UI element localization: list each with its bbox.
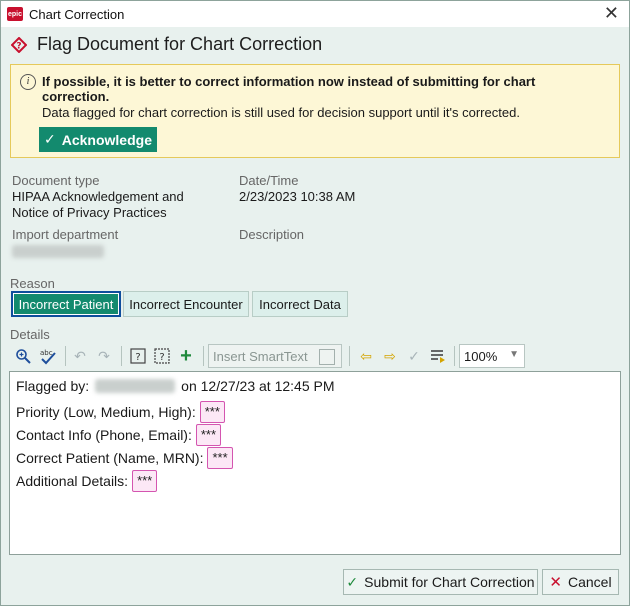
correct-patient-label: Correct Patient (Name, MRN):: [16, 450, 204, 466]
reason-label: Reason: [10, 276, 55, 291]
reason-incorrect-encounter[interactable]: Incorrect Encounter: [123, 291, 249, 317]
additional-details-label: Additional Details:: [16, 473, 129, 489]
svg-text:?: ?: [135, 352, 140, 363]
warning-banner: i If possible, it is better to correct i…: [10, 64, 620, 158]
line-flagged-by: Flagged by: on 12/27/23 at 12:45 PM: [16, 378, 335, 394]
cancel-label: Cancel: [567, 574, 612, 590]
datetime-label: Date/Time: [239, 173, 299, 188]
chevron-down-icon: ▼: [509, 349, 519, 360]
submit-button[interactable]: ✓ Submit for Chart Correction: [343, 569, 538, 595]
line-correct-patient: Correct Patient (Name, MRN): ***: [16, 447, 233, 469]
dialog-heading: ? Flag Document for Chart Correction: [11, 34, 322, 55]
doc-type-value-1: HIPAA Acknowledgement and: [12, 189, 184, 204]
smartlink-help-icon[interactable]: ?: [151, 345, 173, 367]
zoom-select[interactable]: 100% ▼: [459, 344, 525, 368]
smarttext-list-icon[interactable]: [319, 349, 335, 365]
reason-incorrect-patient[interactable]: Incorrect Patient: [11, 291, 121, 317]
toolbar-separator: [203, 346, 204, 366]
add-plus-icon[interactable]: +: [175, 345, 197, 367]
toolbar-separator: [349, 346, 350, 366]
contact-info-smartfield[interactable]: ***: [195, 424, 222, 446]
line-priority: Priority (Low, Medium, High): ***: [16, 401, 225, 423]
page-title: Flag Document for Chart Correction: [37, 34, 323, 54]
priority-label: Priority (Low, Medium, High):: [16, 404, 196, 420]
line-additional-details: Additional Details: ***: [16, 470, 158, 492]
additional-details-smartfield[interactable]: ***: [132, 470, 158, 492]
redo-icon[interactable]: ↷: [93, 345, 115, 367]
find-zoom-icon[interactable]: [12, 345, 34, 367]
reason-incorrect-data[interactable]: Incorrect Data: [252, 291, 348, 317]
undo-icon[interactable]: ↶: [69, 345, 91, 367]
smarttext-placeholder: Insert SmartText: [213, 348, 308, 364]
contact-info-label: Contact Info (Phone, Email):: [16, 427, 192, 443]
acknowledge-button[interactable]: ✓ Acknowledge: [39, 127, 157, 152]
text-options-icon[interactable]: [427, 345, 449, 367]
app-logo: epic: [7, 7, 23, 21]
datetime-value: 2/23/2023 10:38 AM: [239, 189, 356, 204]
close-icon[interactable]: ✕: [604, 4, 619, 22]
checkmark-icon: ✓: [346, 573, 359, 590]
line-contact-info: Contact Info (Phone, Email): ***: [16, 424, 222, 446]
checkmark-icon: ✓: [44, 131, 56, 147]
toolbar-separator: [65, 346, 66, 366]
doc-type-value-2: Notice of Privacy Practices: [12, 205, 167, 220]
flagged-by-suffix: on 12/27/23 at 12:45 PM: [181, 378, 335, 394]
arrow-left-icon[interactable]: ⇦: [355, 345, 377, 367]
window-title: Chart Correction: [29, 6, 125, 22]
acknowledge-label: Acknowledge: [61, 131, 152, 148]
import-dept-label: Import department: [12, 227, 119, 242]
arrow-right-icon[interactable]: ⇨: [379, 345, 401, 367]
warning-sub-text: Data flagged for chart correction is sti…: [42, 105, 520, 120]
correct-patient-smartfield[interactable]: ***: [207, 447, 233, 469]
accept-disabled-icon[interactable]: ✓: [403, 345, 425, 367]
doc-type-label: Document type: [12, 173, 100, 188]
title-bar: epic Chart Correction ✕: [1, 1, 629, 27]
warning-bold-text: If possible, it is better to correct inf…: [42, 74, 536, 104]
svg-text:abc: abc: [40, 349, 53, 357]
details-label: Details: [10, 327, 50, 342]
flag-diamond-icon: ?: [11, 36, 27, 53]
submit-label: Submit for Chart Correction: [364, 574, 535, 590]
svg-text:?: ?: [159, 352, 164, 363]
flagged-by-name-redacted: [95, 379, 176, 393]
cancel-x-icon: ✕: [549, 574, 562, 591]
priority-smartfield[interactable]: ***: [199, 401, 225, 423]
chart-correction-dialog: epic Chart Correction ✕ ? Flag Document …: [0, 0, 630, 606]
details-editor[interactable]: Flagged by: on 12/27/23 at 12:45 PM Prio…: [9, 371, 621, 555]
cancel-button[interactable]: ✕ Cancel: [542, 569, 619, 595]
description-label: Description: [239, 227, 305, 242]
flagged-by-label: Flagged by:: [16, 378, 90, 394]
toolbar-separator: [121, 346, 122, 366]
smartlist-help-icon[interactable]: ?: [127, 345, 149, 367]
svg-text:?: ?: [16, 41, 21, 51]
info-icon: i: [20, 74, 36, 90]
spellcheck-icon[interactable]: abc: [37, 345, 59, 367]
zoom-value: 100%: [464, 348, 498, 364]
details-toolbar: abc ↶ ↷ ? ? + Insert SmartText ⇦ ⇨ ✓ 100…: [11, 344, 621, 370]
insert-smarttext-input[interactable]: Insert SmartText: [208, 344, 342, 368]
toolbar-separator: [454, 346, 455, 366]
import-dept-value-redacted: [12, 245, 104, 258]
